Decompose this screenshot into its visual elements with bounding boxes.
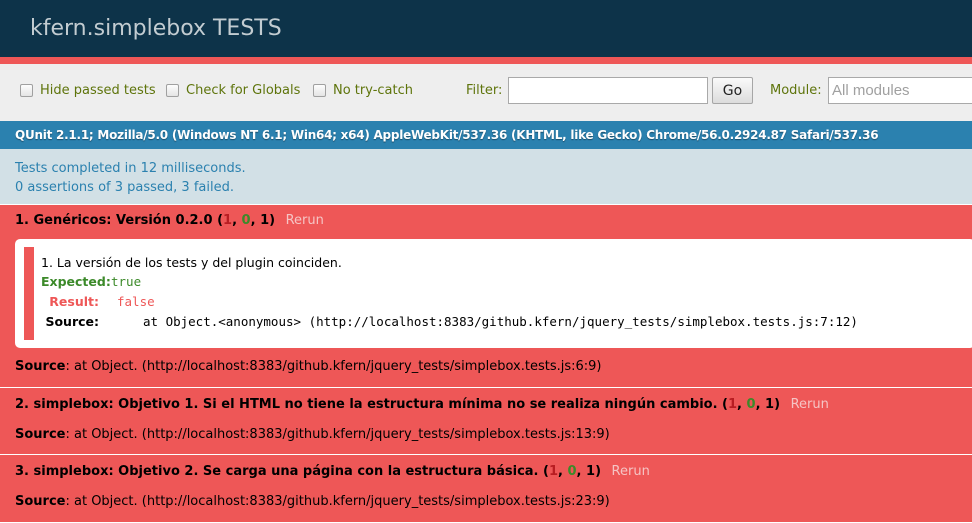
assertion-message: 1. La versión de los tests y del plugin …: [41, 255, 342, 270]
failed-count: 1: [728, 397, 738, 412]
page-title: kfern.simplebox TESTS: [30, 16, 282, 41]
check-globals-label: Check for Globals: [186, 82, 301, 98]
failed-count: 1: [223, 213, 233, 228]
test-source-label: Source: [15, 427, 66, 442]
test-title[interactable]: 1. Genéricos: Versión 0.2.0 (1, 0, 1) Re…: [15, 212, 957, 230]
user-agent-banner: QUnit 2.1.1; Mozilla/5.0 (Windows NT 6.1…: [0, 121, 972, 149]
test-name: 1. Genéricos: Versión 0.2.0: [15, 213, 213, 228]
filter-input[interactable]: [508, 77, 708, 104]
header: kfern.simplebox TESTS: [0, 0, 972, 57]
test-item: 3. simplebox: Objetivo 2. Se carga una p…: [0, 455, 972, 523]
check-globals-toggle[interactable]: Check for Globals: [166, 80, 300, 100]
total-count: 1: [765, 397, 775, 412]
test-item: 1. Genéricos: Versión 0.2.0 (1, 0, 1) Re…: [0, 205, 972, 388]
test-source-label: Source: [15, 359, 66, 374]
test-name: 3. simplebox: Objetivo 2. Se carga una p…: [15, 464, 539, 479]
test-counts: (1, 0, 1): [217, 213, 276, 228]
test-source: Source: at Object. (http://localhost:838…: [15, 493, 957, 511]
result-label: Result:: [49, 294, 99, 309]
no-try-catch-toggle[interactable]: No try-catch: [313, 80, 413, 100]
passed-count: 0: [567, 464, 577, 479]
hide-passed-toggle[interactable]: Hide passed tests: [20, 80, 156, 100]
check-globals-checkbox[interactable]: [166, 83, 179, 97]
test-source-value: : at Object. (http://localhost:8383/gith…: [65, 494, 610, 509]
rerun-link[interactable]: Rerun: [791, 397, 829, 412]
hide-passed-label: Hide passed tests: [40, 82, 156, 98]
filter-label: Filter:: [466, 83, 503, 98]
assertion-source-value: at Object.<anonymous> (http://localhost:…: [143, 314, 858, 329]
rerun-link[interactable]: Rerun: [286, 213, 324, 228]
results-counts: 0 assertions of 3 passed, 3 failed.: [15, 180, 234, 195]
go-button[interactable]: Go: [712, 77, 753, 104]
result-row: Result: false: [41, 292, 972, 312]
module-select[interactable]: All modules: [828, 77, 972, 104]
results-duration: Tests completed in 12 milliseconds.: [15, 161, 246, 176]
total-count: 1: [260, 213, 270, 228]
assertion-source-label: Source:: [45, 314, 99, 329]
test-results-summary: Tests completed in 12 milliseconds. 0 as…: [0, 149, 972, 205]
source-row: Source: at Object.<anonymous> (http://lo…: [41, 312, 972, 332]
test-item: 2. simplebox: Objetivo 1. Si el HTML no …: [0, 388, 972, 455]
expected-row: Expected: true: [41, 272, 972, 292]
result-value: false: [117, 294, 155, 309]
no-try-catch-label: No try-catch: [333, 82, 414, 98]
total-count: 1: [586, 464, 596, 479]
failed-count: 1: [548, 464, 559, 479]
no-try-catch-checkbox[interactable]: [313, 83, 326, 97]
assertion-item: 1. La versión de los tests y del plugin …: [24, 247, 972, 340]
test-title[interactable]: 2. simplebox: Objetivo 1. Si el HTML no …: [15, 396, 957, 414]
rerun-link[interactable]: Rerun: [612, 464, 650, 479]
test-source-value: : at Object. (http://localhost:8383/gith…: [65, 427, 610, 442]
assertion-list: 1. La versión de los tests y del plugin …: [15, 239, 972, 348]
toolbar: Hide passed tests Check for Globals No t…: [0, 57, 972, 121]
passed-count: 0: [746, 397, 756, 412]
expected-value: true: [111, 274, 142, 289]
hide-passed-checkbox[interactable]: [20, 83, 33, 97]
expected-label: Expected:: [41, 274, 111, 289]
module-label: Module:: [770, 83, 822, 98]
test-counts: (1, 0, 1): [722, 397, 781, 412]
test-counts: (1, 0, 1): [543, 464, 602, 479]
test-source: Source: at Object. (http://localhost:838…: [15, 426, 957, 444]
test-title[interactable]: 3. simplebox: Objetivo 2. Se carga una p…: [15, 463, 957, 481]
passed-count: 0: [241, 213, 251, 228]
test-source-value: : at Object. (http://localhost:8383/gith…: [65, 359, 602, 374]
test-source: Source: at Object. (http://localhost:838…: [15, 358, 957, 376]
test-name: 2. simplebox: Objetivo 1. Si el HTML no …: [15, 397, 718, 412]
test-source-label: Source: [15, 494, 66, 509]
